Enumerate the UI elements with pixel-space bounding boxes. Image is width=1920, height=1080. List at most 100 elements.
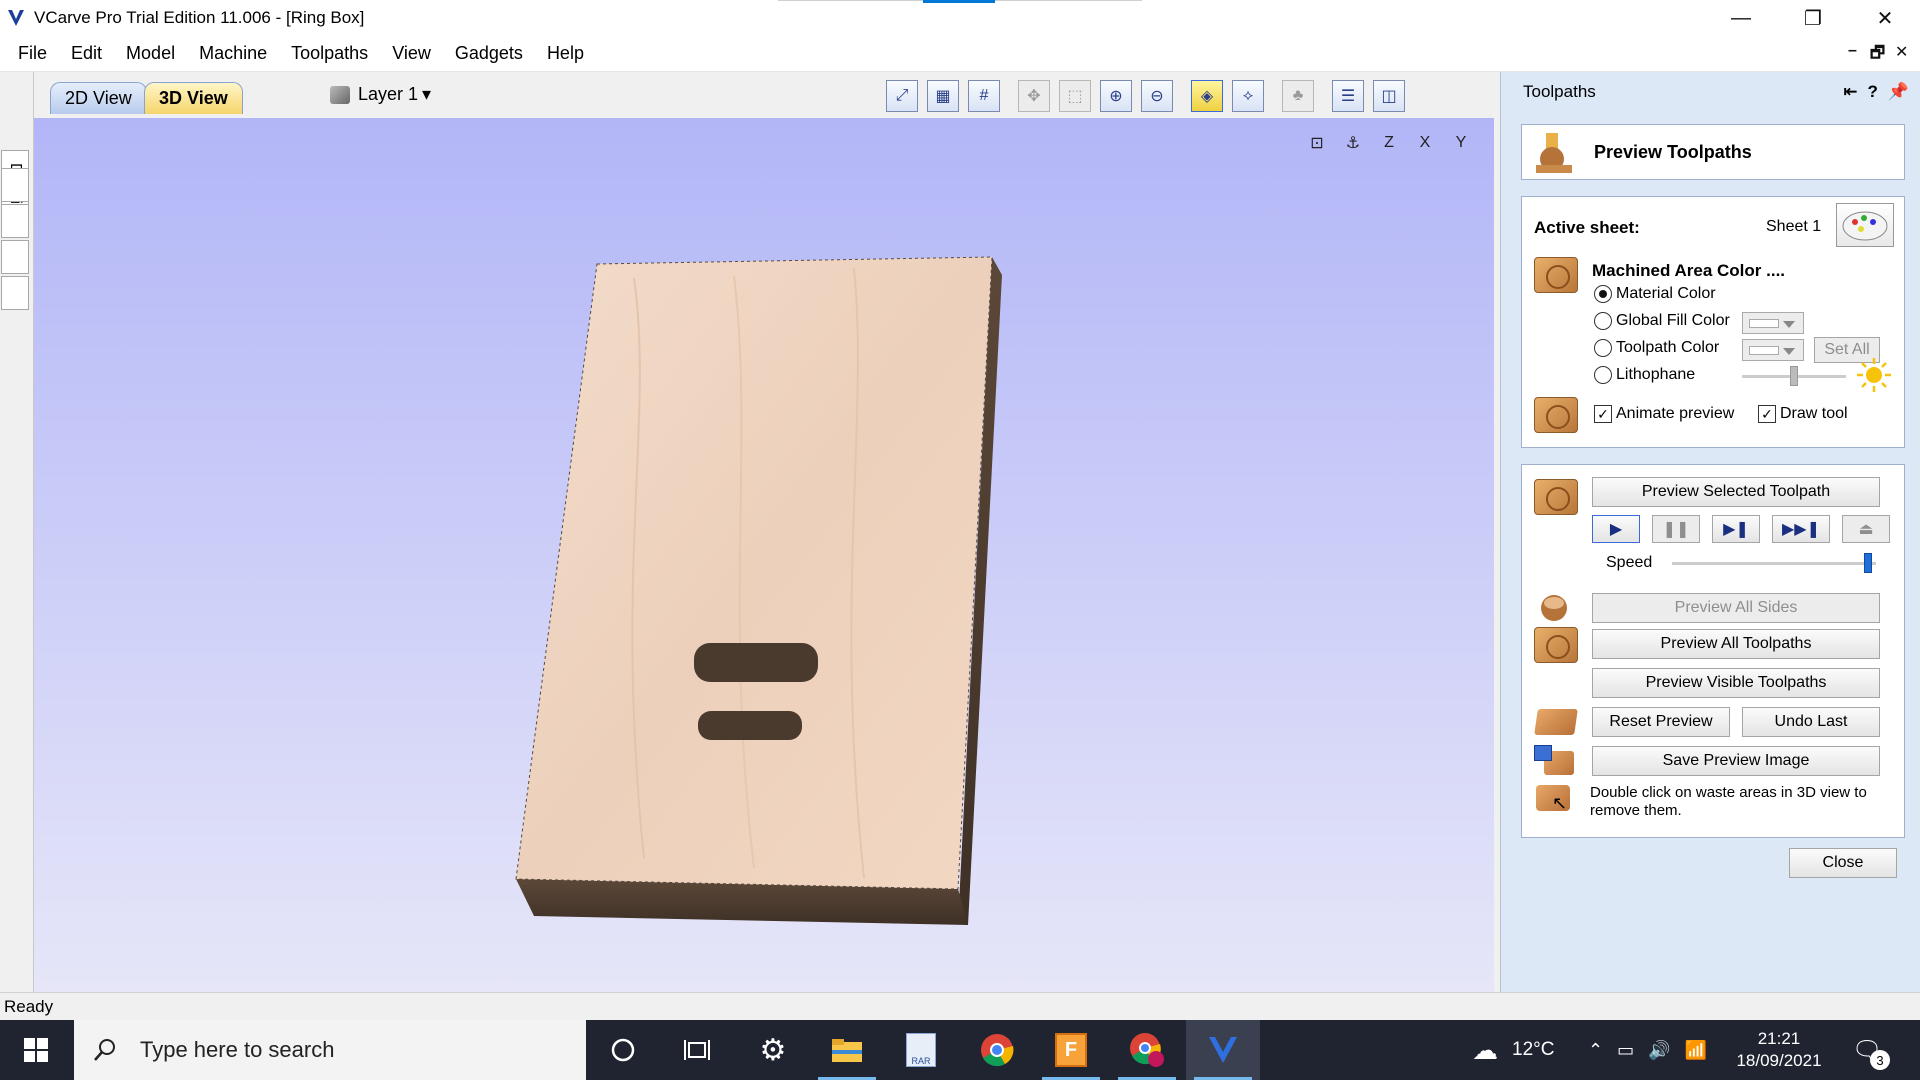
- material-block: [515, 256, 1002, 925]
- help-icon[interactable]: ?: [1867, 82, 1877, 102]
- reset-preview-button[interactable]: Reset Preview: [1592, 707, 1730, 737]
- search-placeholder: Type here to search: [140, 1037, 335, 1062]
- zoom-out-icon[interactable]: ⊖: [1141, 80, 1173, 112]
- undo-last-button[interactable]: Undo Last: [1742, 707, 1880, 737]
- preview-all-toolpaths-button[interactable]: Preview All Toolpaths: [1592, 629, 1880, 659]
- play-button[interactable]: ▶: [1592, 515, 1640, 543]
- menu-file[interactable]: File: [0, 43, 59, 64]
- tab-3d-view[interactable]: 3D View: [144, 82, 243, 114]
- menu-model[interactable]: Model: [114, 43, 187, 64]
- mdi-minimize-button[interactable]: –: [1848, 42, 1857, 60]
- zoom-extents-icon[interactable]: ⤢: [886, 80, 918, 112]
- menu-view[interactable]: View: [380, 43, 443, 64]
- fusion-app[interactable]: F: [1034, 1020, 1108, 1080]
- cortana-button[interactable]: [586, 1020, 660, 1080]
- step-forward-button[interactable]: ▶❚: [1712, 515, 1760, 543]
- file-explorer-app[interactable]: [810, 1020, 884, 1080]
- winrar-app[interactable]: RAR: [884, 1020, 958, 1080]
- radio-button[interactable]: [1594, 339, 1612, 357]
- task-view-button[interactable]: [660, 1020, 734, 1080]
- layout-vertical-icon[interactable]: ◫: [1373, 80, 1405, 112]
- chrome-app[interactable]: [960, 1020, 1034, 1080]
- notification-center-button[interactable]: 🗨 3: [1852, 1020, 1890, 1080]
- radio-material-color[interactable]: Material Color: [1594, 285, 1716, 303]
- toolpath-color-combo[interactable]: [1742, 339, 1804, 361]
- grid-view-icon[interactable]: ▦: [927, 80, 959, 112]
- menu-help[interactable]: Help: [535, 43, 596, 64]
- checkbox-checked[interactable]: ✓: [1758, 405, 1776, 423]
- dock-icon[interactable]: ⇤: [1843, 82, 1857, 102]
- layer-dropdown[interactable]: Layer 1 ▾: [330, 84, 431, 105]
- pocket-slot: [694, 643, 818, 682]
- minimize-button[interactable]: —: [1706, 0, 1776, 36]
- checkbox-checked[interactable]: ✓: [1594, 405, 1612, 423]
- battery-icon[interactable]: ▭: [1617, 1040, 1634, 1061]
- menu-edit[interactable]: Edit: [59, 43, 114, 64]
- chrome-profile-app[interactable]: [1110, 1020, 1184, 1080]
- radio-button[interactable]: [1594, 312, 1612, 330]
- radio-label: Lithophane: [1616, 366, 1696, 383]
- chevron-up-icon[interactable]: ⌃: [1588, 1040, 1603, 1061]
- save-preview-image-button[interactable]: Save Preview Image: [1592, 746, 1880, 776]
- settings-app[interactable]: ⚙: [736, 1020, 810, 1080]
- close-window-button[interactable]: ✕: [1850, 0, 1920, 36]
- animate-preview-checkbox[interactable]: ✓ Animate preview: [1594, 405, 1734, 423]
- menu-gadgets[interactable]: Gadgets: [443, 43, 535, 64]
- vcarve-taskbar-icon: [1209, 1037, 1237, 1063]
- volume-icon[interactable]: 🔊: [1648, 1040, 1670, 1061]
- tab-2d-view[interactable]: 2D View: [50, 82, 147, 114]
- layout-horizontal-icon[interactable]: ☰: [1332, 80, 1364, 112]
- reset-preview-icon: [1534, 709, 1578, 735]
- wifi-icon[interactable]: 📶: [1685, 1040, 1707, 1061]
- lithophane-slider[interactable]: [1742, 366, 1846, 386]
- taskbar-search-box[interactable]: Type here to search: [74, 1020, 586, 1080]
- global-fill-color-combo[interactable]: [1742, 312, 1804, 334]
- radio-global-fill-color[interactable]: Global Fill Color: [1594, 312, 1730, 330]
- toolpath-display-icon[interactable]: ⟡: [1232, 80, 1264, 112]
- mdi-restore-button[interactable]: 🗗: [1870, 42, 1885, 69]
- pause-button[interactable]: ❚❚: [1652, 515, 1700, 543]
- radio-label: Material Color: [1616, 285, 1716, 302]
- tree-icon[interactable]: ♣: [1282, 80, 1314, 112]
- menu-toolpaths[interactable]: Toolpaths: [279, 43, 380, 64]
- stop-button[interactable]: ⏏: [1842, 515, 1890, 543]
- speed-slider[interactable]: [1672, 553, 1876, 573]
- zoom-in-icon[interactable]: ⊕: [1100, 80, 1132, 112]
- gear-icon: ⚙: [759, 1033, 787, 1067]
- side-tab-slot[interactable]: [1, 240, 29, 274]
- weather-widget[interactable]: ☁ 12°C: [1472, 1020, 1554, 1080]
- select-mode-icon[interactable]: ◈: [1191, 80, 1223, 112]
- mdi-close-button[interactable]: ✕: [1895, 42, 1908, 62]
- 3d-viewport[interactable]: ⊡ ⚓ Z X Y: [34, 118, 1494, 992]
- machined-area-icon: [1534, 257, 1578, 293]
- close-panel-button[interactable]: Close: [1789, 848, 1897, 878]
- pan-icon[interactable]: ✥: [1018, 80, 1050, 112]
- radio-button[interactable]: [1594, 285, 1612, 303]
- preview-visible-toolpaths-button[interactable]: Preview Visible Toolpaths: [1592, 668, 1880, 698]
- pin-icon[interactable]: 📌: [1888, 82, 1909, 102]
- sheet-palette-button[interactable]: [1836, 203, 1894, 247]
- vcarve-app[interactable]: [1186, 1020, 1260, 1080]
- preview-selected-toolpath-button[interactable]: Preview Selected Toolpath: [1592, 477, 1880, 507]
- draw-tool-checkbox[interactable]: ✓ Draw tool: [1758, 405, 1848, 423]
- grid-toggle-icon[interactable]: #: [968, 80, 1000, 112]
- start-button[interactable]: [0, 1020, 72, 1080]
- clock[interactable]: 21:21 18/09/2021: [1734, 1020, 1824, 1080]
- menu-machine[interactable]: Machine: [187, 43, 279, 64]
- notification-badge: 3: [1870, 1050, 1890, 1070]
- restore-button[interactable]: ❐: [1778, 0, 1848, 36]
- vcarve-logo-icon: [8, 10, 24, 26]
- radio-toolpath-color[interactable]: Toolpath Color: [1594, 339, 1719, 357]
- fast-forward-button[interactable]: ▶▶❚: [1772, 515, 1830, 543]
- speed-label: Speed: [1606, 554, 1653, 571]
- zoom-box-icon[interactable]: ⬚: [1059, 80, 1091, 112]
- preview-all-sides-button[interactable]: Preview All Sides: [1592, 593, 1880, 623]
- side-tab-slot[interactable]: [1, 276, 29, 310]
- speed-slider-thumb[interactable]: [1864, 553, 1872, 573]
- radio-button[interactable]: [1594, 366, 1612, 384]
- cursor-icon: ↖: [1552, 793, 1568, 813]
- side-tab-slot[interactable]: [1, 168, 29, 202]
- search-icon: [94, 1039, 115, 1061]
- side-tab-slot[interactable]: [1, 204, 29, 238]
- radio-lithophane[interactable]: Lithophane: [1594, 366, 1695, 384]
